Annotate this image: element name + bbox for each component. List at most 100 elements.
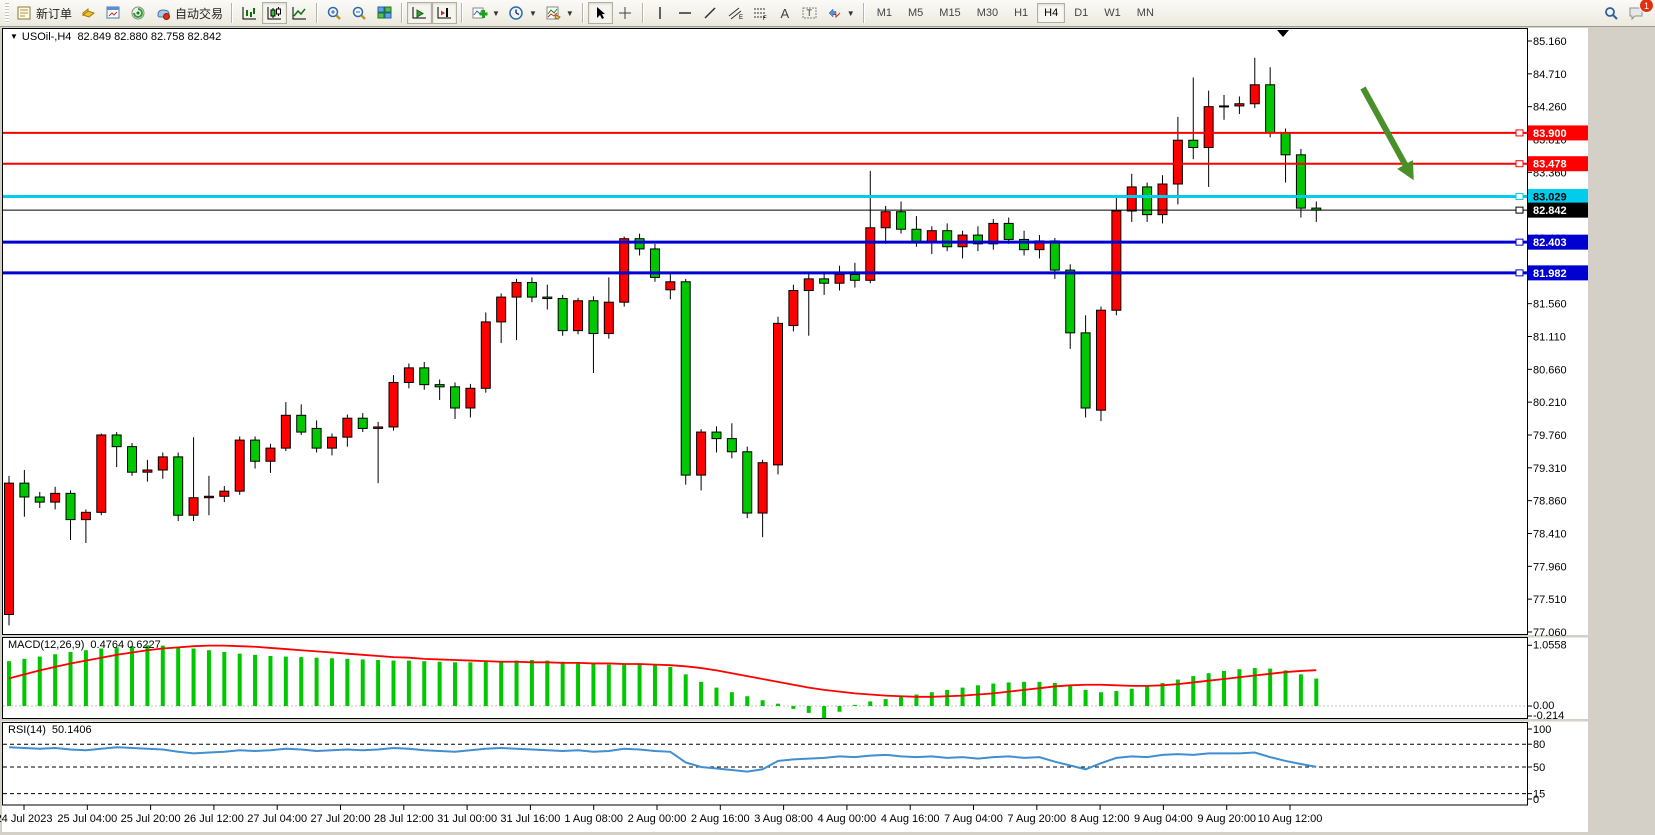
price-axis-label[interactable]: 84.710 [1533, 69, 1567, 81]
time-axis-label[interactable]: 25 Jul 04:00 [57, 813, 117, 825]
trendline-tool-button[interactable] [698, 2, 723, 24]
auto-trading-button[interactable]: 自动交易 [151, 2, 227, 24]
indicators-button[interactable]: ▼ [467, 2, 504, 24]
price-axis-label[interactable]: 84.260 [1533, 102, 1567, 114]
toolbar-grip[interactable] [5, 3, 9, 23]
timeframe-MN[interactable]: MN [1130, 3, 1161, 23]
symbol-dropdown-icon[interactable]: ▼ [10, 32, 18, 41]
equidistant-channel-icon: E [727, 5, 744, 21]
time-axis-label[interactable]: 28 Jul 12:00 [374, 813, 434, 825]
time-axis-label[interactable]: 9 Aug 04:00 [1134, 813, 1193, 825]
chart-canvas[interactable]: 85.16084.71084.26083.81083.36082.91082.4… [0, 0, 1655, 835]
timeframe-D1[interactable]: D1 [1067, 3, 1095, 23]
charts-window-button[interactable] [101, 2, 126, 24]
timeframe-M1[interactable]: M1 [870, 3, 899, 23]
hline-handle[interactable] [1516, 161, 1523, 167]
hline-handle[interactable] [1516, 270, 1523, 276]
price-axis-label[interactable]: 80.660 [1533, 364, 1567, 376]
notification-badge: 1 [1639, 0, 1654, 13]
timeframe-M5[interactable]: M5 [901, 3, 930, 23]
candlestick-mode-button[interactable] [262, 2, 287, 24]
macd-histogram-bar [776, 704, 780, 706]
macd-histogram-bar [1284, 670, 1288, 706]
hline-handle[interactable] [1516, 193, 1523, 199]
timeframe-H4[interactable]: H4 [1037, 3, 1065, 23]
macd-histogram-bar [361, 659, 365, 706]
timeframe-M15[interactable]: M15 [932, 3, 967, 23]
time-axis-label[interactable]: 2 Aug 16:00 [691, 813, 750, 825]
time-axis-label[interactable]: 24 Jul 2023 [0, 813, 52, 825]
candle-bearish [128, 447, 137, 473]
candlestick-icon [266, 5, 283, 21]
price-axis-label[interactable]: 81.110 [1533, 331, 1566, 343]
time-axis-label[interactable]: 27 Jul 20:00 [311, 813, 371, 825]
gold-button[interactable] [76, 2, 101, 24]
candle-bullish [774, 323, 783, 465]
time-axis-label[interactable]: 1 Aug 08:00 [564, 813, 623, 825]
timeframe-M30[interactable]: M30 [970, 3, 1005, 23]
zoom-out-button[interactable] [347, 2, 372, 24]
candle-bullish [1127, 187, 1136, 211]
hline-handle[interactable] [1516, 239, 1523, 245]
price-axis-label[interactable]: 77.960 [1533, 561, 1567, 573]
periods-button[interactable]: ▼ [504, 2, 541, 24]
time-axis-label[interactable]: 8 Aug 12:00 [1071, 813, 1130, 825]
time-axis-label[interactable]: 4 Aug 00:00 [818, 813, 877, 825]
crosshair-tool-button[interactable] [613, 2, 638, 24]
channel-tool-button[interactable]: E [723, 2, 748, 24]
time-axis-label[interactable]: 7 Aug 04:00 [944, 813, 1003, 825]
macd-histogram-bar [1114, 691, 1118, 706]
timeframe-W1[interactable]: W1 [1097, 3, 1128, 23]
time-axis-label[interactable]: 31 Jul 16:00 [500, 813, 560, 825]
time-axis-label[interactable]: 31 Jul 00:00 [437, 813, 497, 825]
time-axis-label[interactable]: 25 Jul 20:00 [121, 813, 181, 825]
time-axis-label[interactable]: 7 Aug 20:00 [1007, 813, 1066, 825]
time-axis-label[interactable]: 3 Aug 08:00 [754, 813, 813, 825]
time-axis-label[interactable]: 27 Jul 04:00 [247, 813, 307, 825]
auto-scroll-button[interactable] [407, 2, 432, 24]
arrows-tool-button[interactable]: ▼ [822, 2, 859, 24]
price-axis-label[interactable]: 78.860 [1533, 496, 1567, 508]
price-axis-label[interactable]: 81.560 [1533, 299, 1567, 311]
chart-window-background[interactable] [2, 28, 1588, 832]
timeframe-H1[interactable]: H1 [1007, 3, 1035, 23]
hline-handle[interactable] [1516, 207, 1523, 213]
gold-bar-icon [80, 5, 97, 21]
fibonacci-tool-button[interactable]: F [748, 2, 773, 24]
templates-button[interactable]: ▼ [541, 2, 578, 24]
cursor-tool-button[interactable] [588, 2, 613, 24]
macd-histogram-bar [176, 647, 180, 706]
price-axis-label[interactable]: 80.210 [1533, 397, 1567, 409]
chart-shift-button[interactable] [432, 2, 457, 24]
price-axis-label[interactable]: 77.060 [1533, 627, 1567, 639]
price-axis-label[interactable]: 78.410 [1533, 528, 1567, 540]
text-label-tool-button[interactable]: T [797, 2, 822, 24]
text-tool-button[interactable]: A [773, 2, 797, 24]
time-axis-label[interactable]: 9 Aug 20:00 [1197, 813, 1256, 825]
tile-windows-button[interactable] [372, 2, 397, 24]
time-axis-label[interactable]: 4 Aug 16:00 [881, 813, 940, 825]
time-axis-label[interactable]: 2 Aug 00:00 [628, 813, 687, 825]
chart-title[interactable]: ▼USOil-,H482.849 82.880 82.758 82.842 [10, 31, 221, 43]
new-order-button[interactable]: 新订单 [12, 2, 76, 24]
price-axis-label[interactable]: 85.160 [1533, 36, 1567, 48]
auto-trading-label: 自动交易 [175, 5, 223, 22]
signal-button[interactable] [126, 2, 151, 24]
time-axis-label[interactable]: 10 Aug 12:00 [1258, 813, 1323, 825]
macd-histogram-bar [668, 667, 672, 706]
time-axis-label[interactable]: 26 Jul 12:00 [184, 813, 244, 825]
rsi-axis-label: 100 [1533, 724, 1551, 736]
price-axis-label[interactable]: 79.310 [1533, 463, 1567, 475]
price-axis-label[interactable]: 79.760 [1533, 430, 1567, 442]
bar-chart-mode-button[interactable] [237, 2, 262, 24]
hline-handle[interactable] [1516, 130, 1523, 136]
line-chart-mode-button[interactable] [287, 2, 312, 24]
zoom-in-button[interactable] [322, 2, 347, 24]
price-axis-label[interactable]: 77.510 [1533, 594, 1567, 606]
notifications-button[interactable]: 1 [1624, 2, 1649, 24]
search-button[interactable] [1599, 2, 1624, 24]
panel-splitter[interactable] [2, 719, 1588, 722]
candle-bearish [543, 297, 552, 298]
horizontal-line-tool-button[interactable] [673, 2, 698, 24]
vertical-line-tool-button[interactable] [648, 2, 673, 24]
